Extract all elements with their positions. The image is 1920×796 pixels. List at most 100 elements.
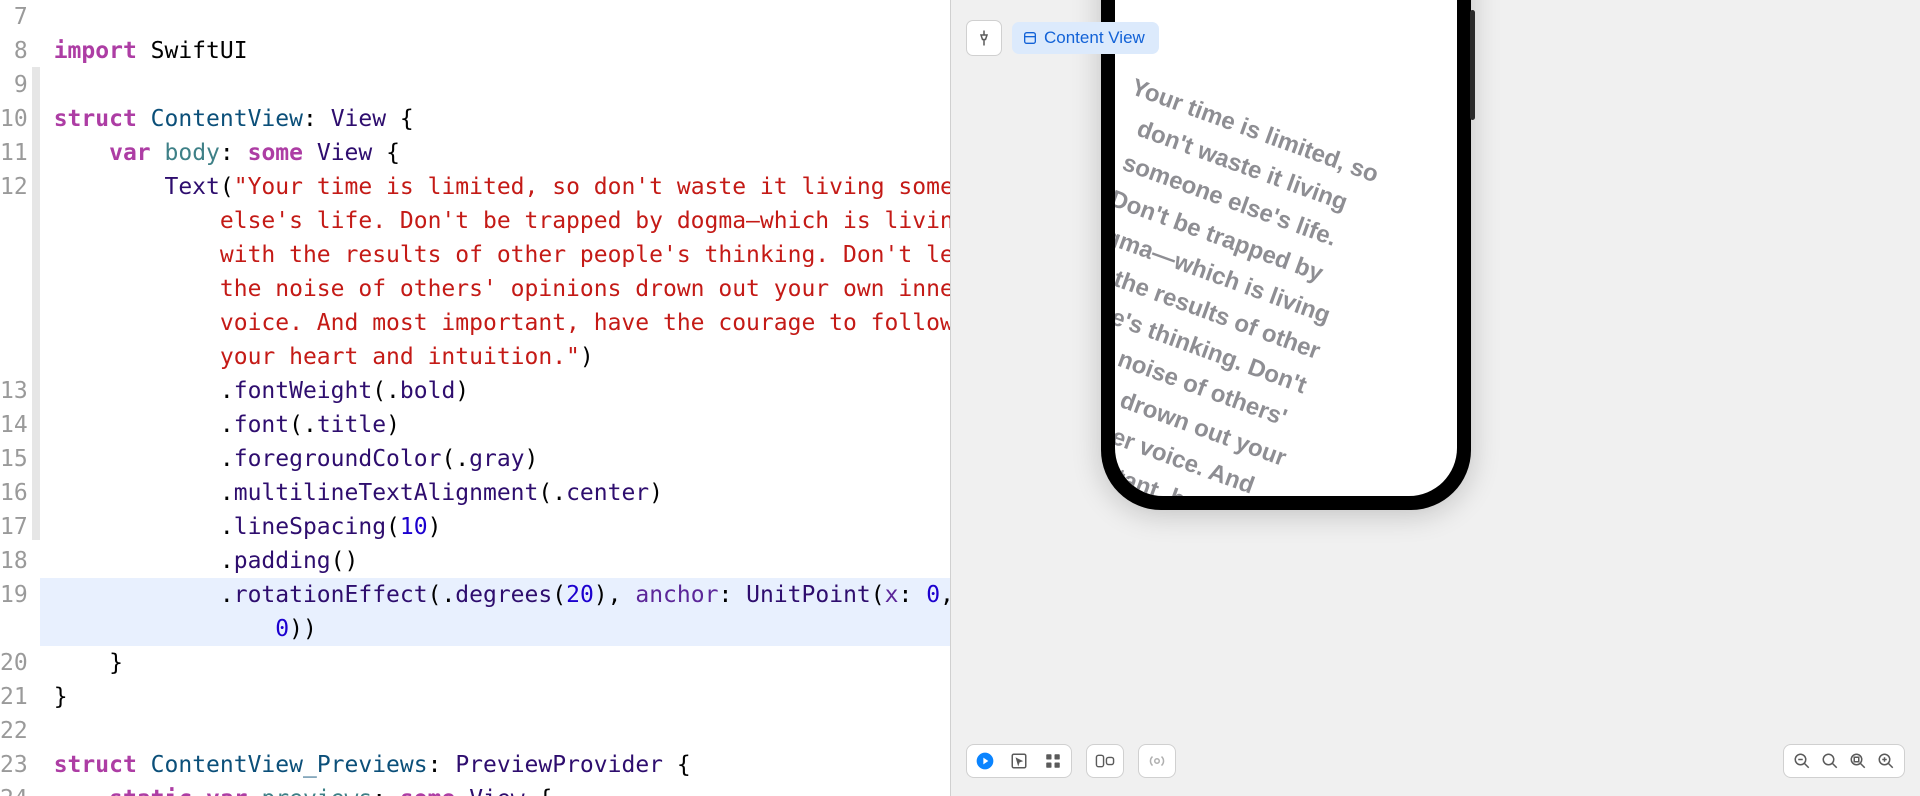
code-token: ) <box>580 340 594 374</box>
code-token <box>455 782 469 796</box>
code-token: ContentView <box>151 102 303 136</box>
code-line[interactable]: static var previews: some View { <box>40 782 950 796</box>
zoom-in-button[interactable] <box>1874 749 1898 773</box>
code-token: ContentView_Previews <box>151 748 428 782</box>
preview-top-controls: Content View <box>966 20 1159 56</box>
code-token: ) <box>525 442 539 476</box>
code-token: : <box>303 102 331 136</box>
play-circle-icon <box>975 751 995 771</box>
code-line[interactable]: .multilineTextAlignment(.center) <box>40 476 950 510</box>
line-number: 9 <box>0 68 28 102</box>
code-token: ( <box>552 578 566 612</box>
code-token: View <box>317 136 372 170</box>
code-line[interactable]: } <box>40 680 950 714</box>
zoom-actual-button[interactable] <box>1818 749 1842 773</box>
pin-preview-button[interactable] <box>966 20 1002 56</box>
code-token: struct <box>54 748 137 782</box>
code-line[interactable]: else's life. Don't be trapped by dogma—w… <box>40 204 950 238</box>
code-token: 0 <box>275 612 289 646</box>
zoom-fit-button[interactable] <box>1846 749 1870 773</box>
device-settings-button[interactable] <box>1093 749 1117 773</box>
line-number: 12 <box>0 170 28 204</box>
live-preview-button[interactable] <box>973 749 997 773</box>
code-token: title <box>317 408 386 442</box>
preview-quote-text: Your time is limited, so don't waste it … <box>1115 64 1398 496</box>
code-token: degrees <box>455 578 552 612</box>
code-token: () <box>331 544 359 578</box>
code-token <box>54 136 109 170</box>
code-token: static <box>109 782 192 796</box>
layers-icon <box>1022 30 1038 46</box>
code-token: else's life. Don't be trapped by dogma—w… <box>54 204 950 238</box>
code-token: gray <box>469 442 524 476</box>
code-token: font <box>234 408 289 442</box>
code-token: : <box>428 748 456 782</box>
code-line[interactable]: voice. And most important, have the cour… <box>40 306 950 340</box>
code-text-area[interactable]: import SwiftUI struct ContentView: View {… <box>40 0 950 796</box>
line-number <box>0 272 28 306</box>
code-token: (. <box>289 408 317 442</box>
line-number: 15 <box>0 442 28 476</box>
code-token: { <box>386 102 414 136</box>
line-number: 22 <box>0 714 28 748</box>
code-token <box>248 782 262 796</box>
code-line[interactable] <box>40 68 950 102</box>
line-number: 10 <box>0 102 28 136</box>
code-line[interactable]: .fontWeight(.bold) <box>40 374 950 408</box>
code-line[interactable]: .rotationEffect(.degrees(20), anchor: Un… <box>40 578 950 612</box>
code-token: } <box>54 680 68 714</box>
code-token: previews <box>261 782 372 796</box>
code-token: . <box>54 510 234 544</box>
device-screen[interactable]: Your time is limited, so don't waste it … <box>1115 0 1457 496</box>
code-token: . <box>54 578 234 612</box>
code-line[interactable]: struct ContentView_Previews: PreviewProv… <box>40 748 950 782</box>
content-view-selector[interactable]: Content View <box>1012 22 1159 54</box>
code-line[interactable]: .foregroundColor(.gray) <box>40 442 950 476</box>
code-token: PreviewProvider <box>455 748 663 782</box>
code-line[interactable]: with the results of other people's think… <box>40 238 950 272</box>
code-line[interactable]: .lineSpacing(10) <box>40 510 950 544</box>
code-token: ( <box>220 170 234 204</box>
code-token <box>192 782 206 796</box>
code-token: var <box>206 782 248 796</box>
code-line[interactable]: .padding() <box>40 544 950 578</box>
code-token <box>303 136 317 170</box>
line-number: 8 <box>0 34 28 68</box>
code-line[interactable]: struct ContentView: View { <box>40 102 950 136</box>
code-line[interactable]: 0)) <box>40 612 950 646</box>
variants-preview-button[interactable] <box>1041 749 1065 773</box>
code-line[interactable]: import SwiftUI <box>40 34 950 68</box>
code-token: 10 <box>400 510 428 544</box>
content-view-label: Content View <box>1044 28 1145 48</box>
cursor-rect-icon <box>1010 752 1028 770</box>
zoom-out-button[interactable] <box>1790 749 1814 773</box>
code-token: . <box>54 408 234 442</box>
code-token <box>54 782 109 796</box>
code-token: 0 <box>926 578 940 612</box>
code-token: . <box>54 374 234 408</box>
code-line[interactable] <box>40 0 950 34</box>
code-line[interactable]: the noise of others' opinions drown out … <box>40 272 950 306</box>
code-token: . <box>54 476 234 510</box>
code-token: bold <box>400 374 455 408</box>
code-token: , <box>940 578 950 612</box>
selectable-preview-button[interactable] <box>1007 749 1031 773</box>
code-editor-pane[interactable]: 78910111213141516171819202122232425 impo… <box>0 0 950 796</box>
code-line[interactable]: } <box>40 646 950 680</box>
code-token: ( <box>386 510 400 544</box>
code-token: ( <box>871 578 885 612</box>
code-line[interactable]: .font(.title) <box>40 408 950 442</box>
line-number: 17 <box>0 510 28 544</box>
code-token: with the results of other people's think… <box>54 238 950 272</box>
code-line[interactable]: var body: some View { <box>40 136 950 170</box>
code-token: : <box>220 136 248 170</box>
code-line[interactable]: your heart and intuition.") <box>40 340 950 374</box>
code-token: import <box>54 34 137 68</box>
preview-on-device-button[interactable] <box>1145 749 1169 773</box>
code-token: { <box>663 748 691 782</box>
code-token <box>54 170 165 204</box>
code-line[interactable] <box>40 714 950 748</box>
code-line[interactable]: Text("Your time is limited, so don't was… <box>40 170 950 204</box>
code-token: some <box>248 136 303 170</box>
code-token: 20 <box>566 578 594 612</box>
